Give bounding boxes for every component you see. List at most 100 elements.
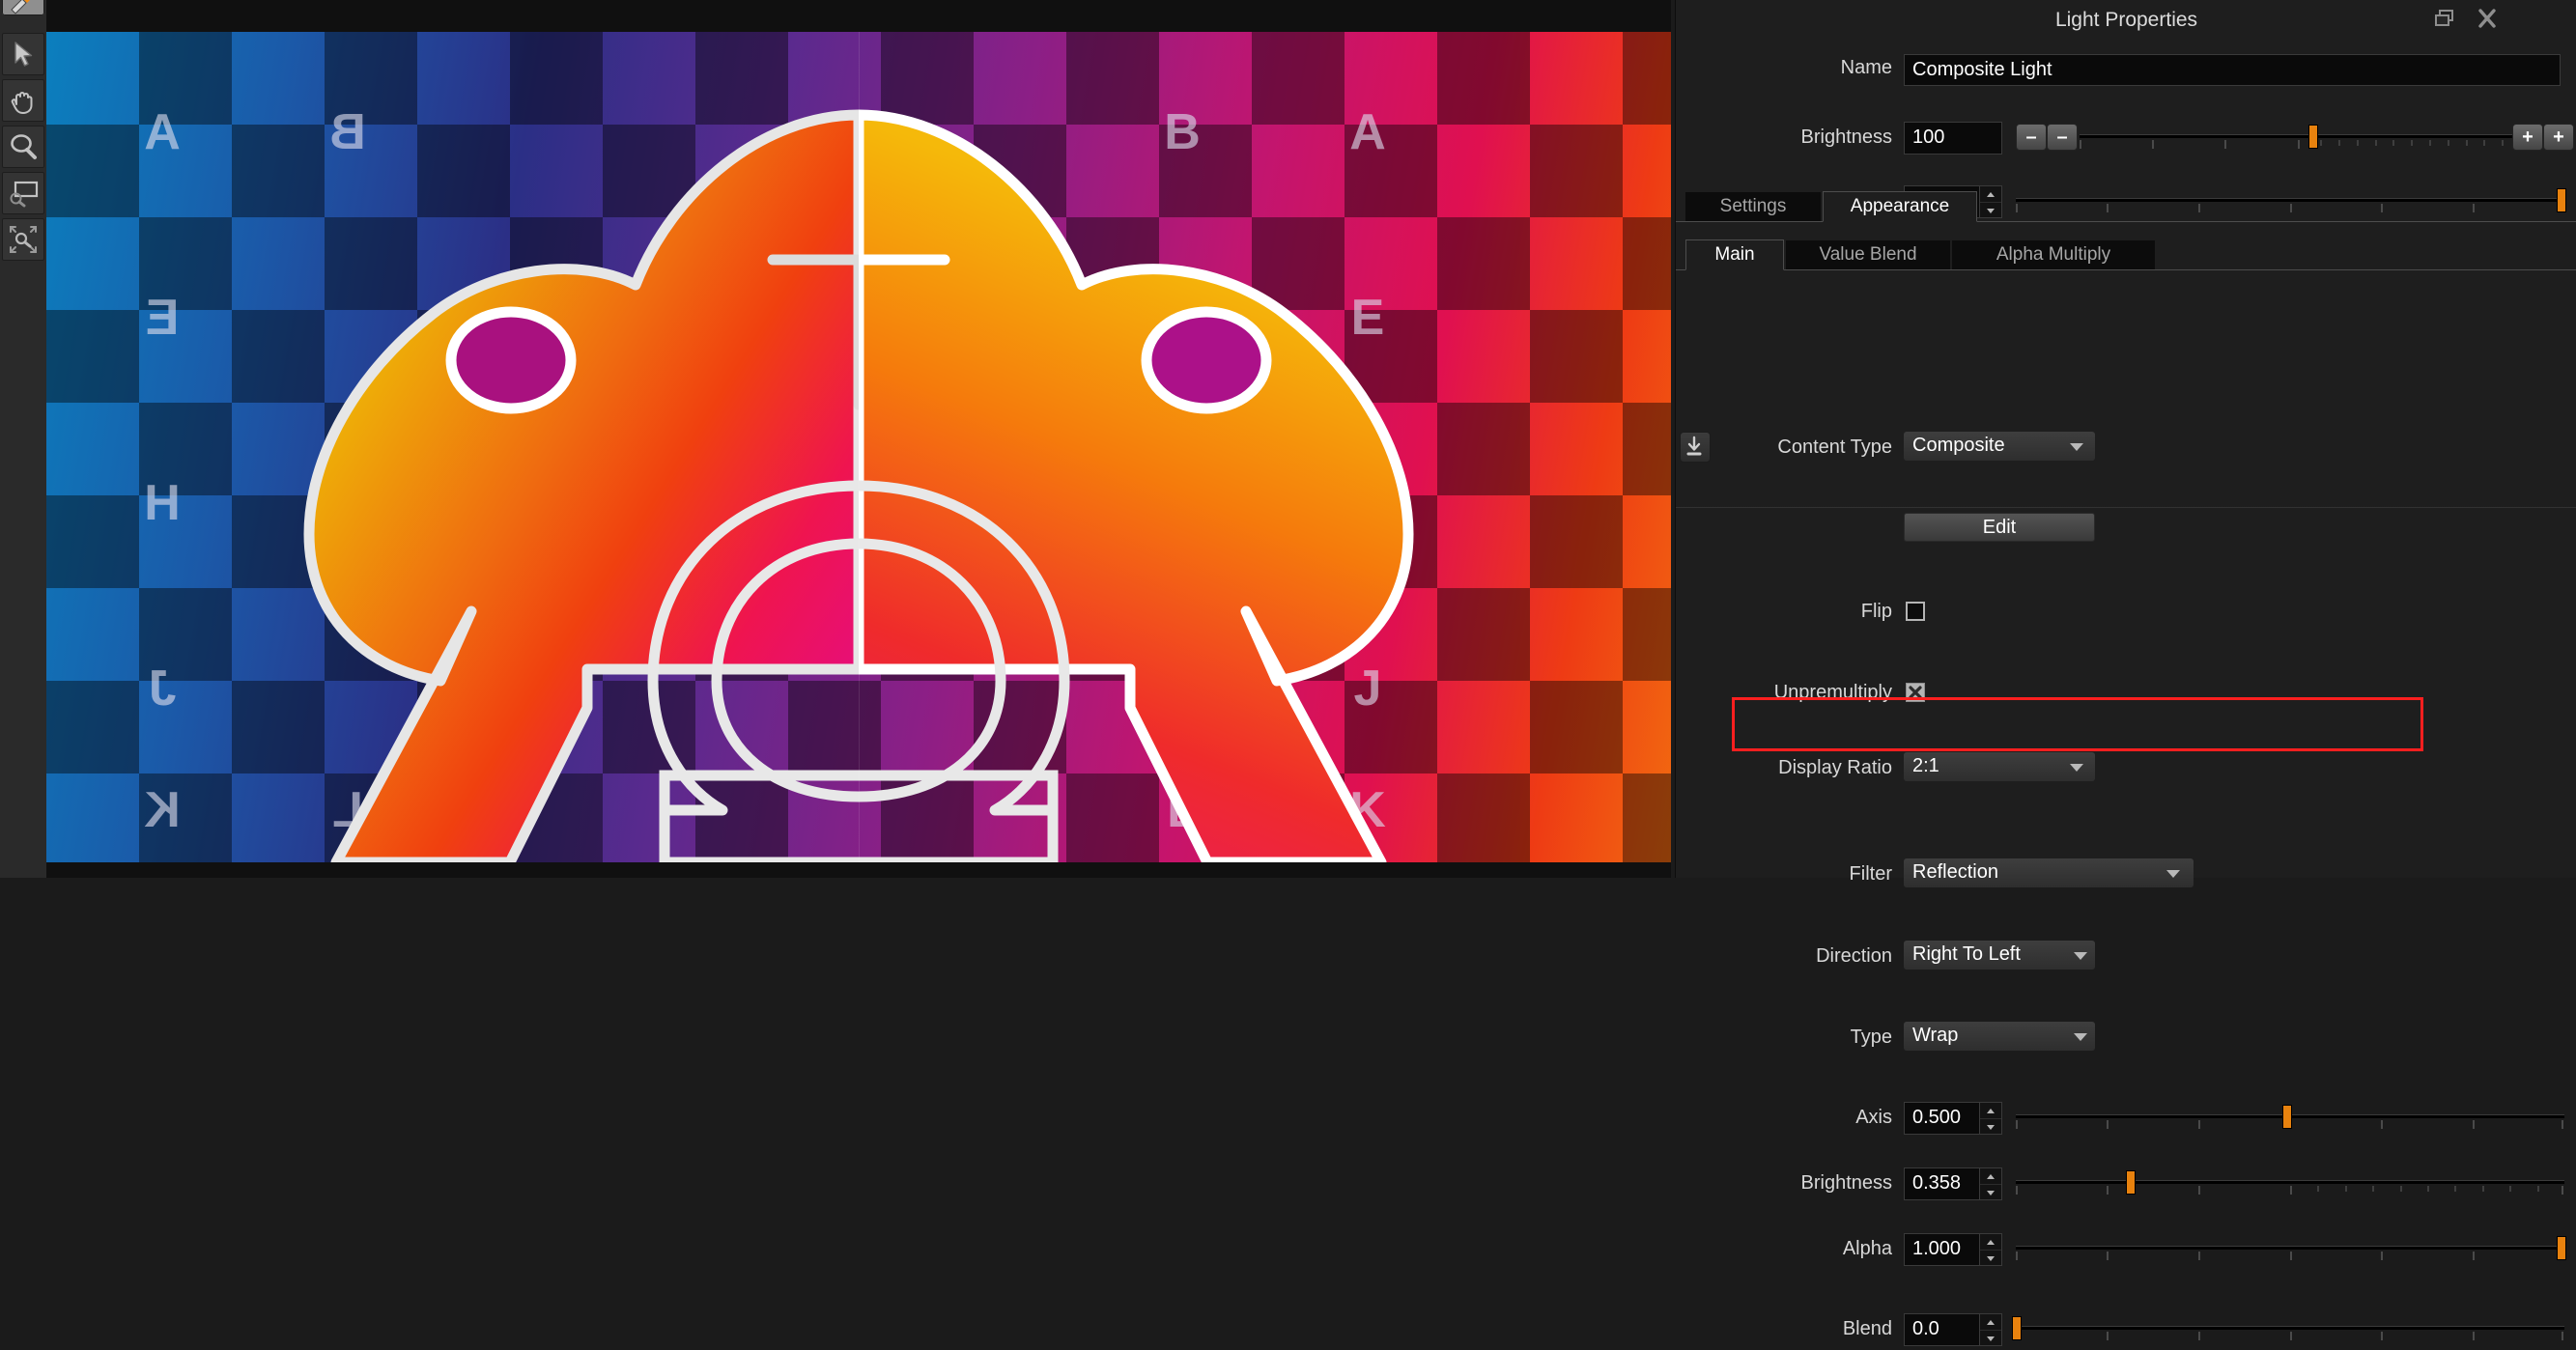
content-type-value: Composite [1912,435,2005,456]
reflection-axis-line [859,32,860,862]
image-canvas[interactable]: ABBAEEHHJJKLLK [46,32,1671,862]
alpha-stepper-down[interactable] [1980,1250,2001,1266]
canvas-viewport[interactable]: ABBAEEHHJJKLLK [46,0,1671,878]
axis-input[interactable]: 0.500 [1904,1102,2002,1135]
outer-tabstrip: Settings Appearance [1676,191,2576,222]
import-down-arrow-icon[interactable] [1680,432,1711,463]
brightness-slider[interactable] [2016,1167,2564,1196]
tab-main[interactable]: Main [1685,239,1784,270]
select-tool[interactable] [2,33,44,75]
light-properties-panel: Light Properties Name Brightness 100 [1675,0,2576,1346]
edit-button-label: Edit [1982,516,2017,538]
panel-title-bar: Light Properties [1676,0,2576,37]
axis-stepper-down[interactable] [1980,1118,2001,1135]
brightness-slider-handle[interactable] [2126,1170,2137,1195]
brightness-stepper-down[interactable] [1980,1184,2001,1200]
tabstrip-underline [1676,221,2576,222]
pan-tool[interactable] [2,79,44,122]
alpha-stepper[interactable] [1979,1234,2001,1265]
tab-main-label: Main [1714,244,1755,265]
undock-window-icon[interactable] [2434,8,2457,29]
brightness-label: Brightness [1800,1172,1893,1194]
tab-settings[interactable]: Settings [1685,192,1821,221]
zoom-fit-icon [7,223,40,256]
type-select[interactable]: Wrap [1904,1022,2095,1051]
zoom-tool[interactable] [2,126,44,168]
blend-value: 0.0 [1912,1318,1939,1339]
brightness-increase-small-button[interactable]: + [2512,124,2543,151]
alpha-slider-handle[interactable] [2557,1236,2567,1260]
brightness-top-slider[interactable] [2080,122,2534,151]
blend-slider[interactable] [2012,1313,2564,1342]
tab-value-blend-label: Value Blend [1819,244,1917,265]
alpha-label: Alpha [1842,1238,1892,1259]
chevron-down-icon [2070,764,2083,772]
zoom-region-icon [7,178,40,209]
alpha-stepper-up[interactable] [1980,1234,2001,1250]
close-icon[interactable] [2476,8,2499,29]
tabstrip-underline [1676,269,2576,270]
type-value: Wrap [1912,1025,1959,1046]
blend-input[interactable]: 0.0 [1904,1313,2002,1346]
filter-row: Filter Reflection [1676,858,2576,895]
blend-slider-handle[interactable] [2012,1316,2023,1340]
brightness-increase-large-button[interactable]: + [2543,124,2574,151]
display-ratio-row: Display Ratio 2:1 [1676,752,2576,789]
hand-icon [8,85,39,116]
edit-button[interactable]: Edit [1904,513,2095,542]
brightness-decrease-small-button[interactable]: – [2016,124,2047,151]
left-toolbar [0,0,46,878]
plus-icon-small: + [2522,126,2534,148]
brightness-row: Brightness 0.358 [1676,1167,2576,1204]
brightness-top-input[interactable]: 100 [1904,122,2002,155]
alpha-slider[interactable] [2016,1233,2567,1262]
alpha-value: 1.000 [1912,1238,1962,1259]
brightness-top-slider-handle[interactable] [2308,125,2319,149]
tab-appearance-label: Appearance [1850,196,1950,216]
filter-value: Reflection [1912,861,1998,883]
direction-select[interactable]: Right To Left [1904,941,2095,970]
blend-stepper-up[interactable] [1980,1314,2001,1330]
axis-slider[interactable] [2016,1102,2564,1131]
brightness-decrease-large-button[interactable]: – [2047,124,2078,151]
direction-row: Direction Right To Left [1676,941,2576,977]
blend-stepper[interactable] [1979,1314,2001,1345]
brush-icon [7,0,40,17]
zoom-region-tool[interactable] [2,172,44,214]
alpha-input[interactable]: 1.000 [1904,1233,2002,1266]
content-type-select[interactable]: Composite [1904,432,2095,461]
flip-row: Flip [1676,597,2576,633]
brightness-value: 0.358 [1912,1172,1962,1194]
type-label: Type [1850,1027,1892,1048]
slider-ticks [2080,140,2534,150]
brush-tool[interactable] [2,0,44,15]
tab-appearance[interactable]: Appearance [1823,191,1977,222]
display-ratio-select[interactable]: 2:1 [1904,752,2095,781]
blend-stepper-down[interactable] [1980,1330,2001,1346]
brightness-stepper-up[interactable] [1980,1168,2001,1184]
blend-row: Blend 0.0 [1676,1313,2576,1350]
brightness-stepper[interactable] [1979,1168,2001,1199]
slider-ticks [2016,1332,2564,1341]
tab-alpha-multiply[interactable]: Alpha Multiply [1952,240,2155,269]
application-window: ABBAEEHHJJKLLK [0,0,2576,1346]
unpremultiply-checkbox[interactable] [1906,683,1925,702]
zoom-fit-tool[interactable] [2,218,44,261]
filter-select[interactable]: Reflection [1904,858,2194,887]
chevron-down-icon [2070,443,2083,451]
arrow-cursor-icon [9,40,38,69]
axis-stepper-up[interactable] [1980,1103,2001,1118]
brightness-input[interactable]: 0.358 [1904,1167,2002,1200]
slider-track [2016,1180,2564,1184]
slider-ticks [2016,1252,2564,1261]
tab-value-blend[interactable]: Value Blend [1786,240,1950,269]
axis-stepper[interactable] [1979,1103,2001,1134]
axis-label: Axis [1855,1107,1892,1128]
name-input[interactable] [1904,54,2561,86]
slider-ticks [2016,1186,2564,1195]
inner-tabstrip: Main Value Blend Alpha Multiply [1676,239,2576,270]
display-ratio-value: 2:1 [1912,755,1939,776]
flip-label: Flip [1860,601,1892,622]
flip-checkbox[interactable] [1906,602,1925,621]
axis-slider-handle[interactable] [2282,1105,2293,1129]
